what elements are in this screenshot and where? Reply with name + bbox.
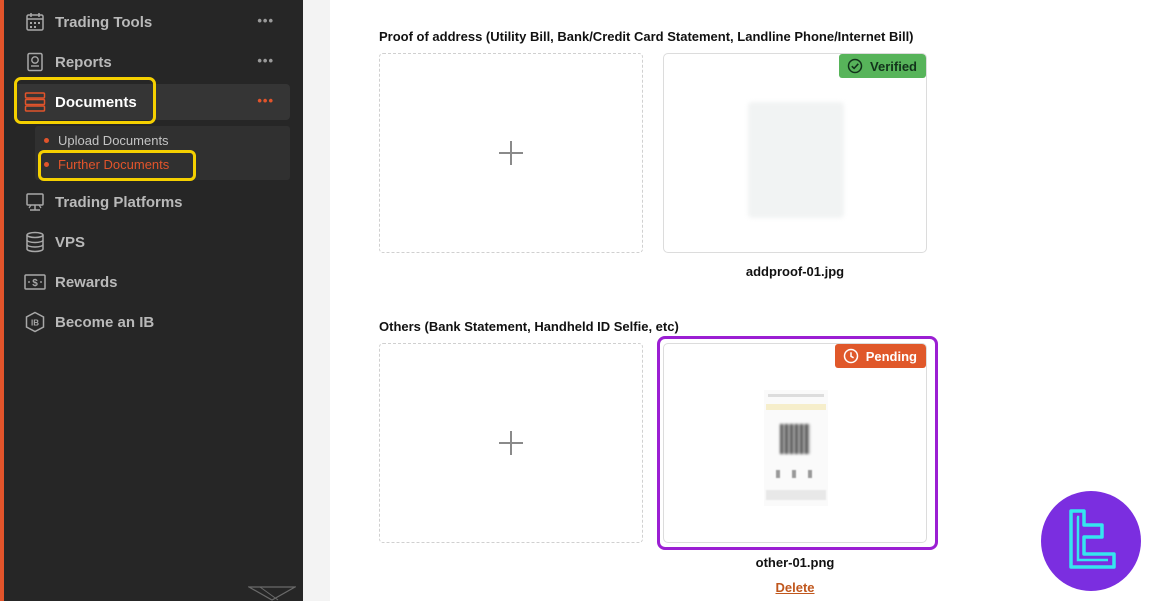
platform-monitor-icon: [24, 191, 46, 213]
brand-logo: [1041, 491, 1141, 591]
sidebar-item-trading-tools[interactable]: Trading Tools •••: [14, 4, 290, 40]
document-thumbnail: [748, 102, 844, 218]
report-document-icon: [24, 51, 46, 73]
document-thumbnail: [764, 390, 828, 506]
submenu-item-further-documents[interactable]: Further Documents: [35, 154, 169, 174]
server-stack-icon: [24, 231, 46, 253]
upload-proof-of-address-button[interactable]: [379, 53, 643, 253]
sidebar-item-label: Rewards: [55, 273, 118, 291]
dollar-bill-icon: $: [24, 271, 46, 293]
submenu-item-upload-documents[interactable]: Upload Documents: [35, 130, 169, 150]
file-name-other: other-01.png: [755, 555, 835, 570]
tradingfinder-logo-icon: [1069, 509, 1116, 569]
sidebar-item-label: Trading Platforms: [55, 193, 183, 211]
bullet-icon: [44, 137, 49, 143]
delete-link[interactable]: Delete: [663, 580, 927, 595]
sidebar-item-label: Documents: [55, 93, 137, 111]
submenu-item-label: Further Documents: [58, 156, 170, 172]
status-label: Pending: [865, 348, 917, 364]
status-badge-pending: Pending: [834, 344, 926, 368]
more-options-icon[interactable]: •••: [257, 13, 274, 28]
calendar-grid-icon: [24, 11, 46, 33]
sidebar-item-reports[interactable]: Reports •••: [14, 44, 290, 80]
sidebar-item-label: Reports: [55, 53, 112, 71]
plus-icon: [499, 141, 523, 165]
sidebar-item-vps[interactable]: VPS: [14, 224, 290, 260]
sidebar-item-become-an-ib[interactable]: IB Become an IB: [14, 304, 290, 340]
sidebar-item-trading-platforms[interactable]: Trading Platforms: [14, 184, 290, 220]
bullet-icon: [44, 161, 49, 167]
svg-text:$: $: [32, 278, 38, 289]
submenu-item-label: Upload Documents: [58, 132, 169, 148]
sidebar-item-label: Trading Tools: [55, 13, 153, 31]
documents-submenu: Upload Documents Further Documents: [35, 126, 290, 180]
document-card-addproof[interactable]: Verified: [663, 53, 927, 253]
sidebar: Trading Tools ••• Reports ••• Documents …: [0, 0, 303, 601]
footer-logo-icon: [248, 586, 296, 601]
sidebar-item-rewards[interactable]: $ Rewards: [14, 264, 290, 300]
section-title-others: Others (Bank Statement, Handheld ID Self…: [379, 319, 679, 334]
sidebar-item-label: Become an IB: [55, 313, 155, 331]
file-name-addproof: addproof-01.jpg: [745, 264, 845, 279]
check-circle-icon: [847, 58, 863, 74]
documents-stack-icon: [24, 91, 46, 113]
ib-shield-icon: IB: [24, 311, 46, 333]
svg-text:IB: IB: [31, 319, 39, 328]
status-badge-verified: Verified: [839, 54, 926, 78]
status-label: Verified: [870, 58, 917, 74]
more-options-icon[interactable]: •••: [257, 93, 274, 108]
section-title-proof-of-address: Proof of address (Utility Bill, Bank/Cre…: [379, 29, 914, 44]
sidebar-accent-bar: [0, 0, 4, 601]
document-card-other[interactable]: Pending: [663, 343, 927, 543]
more-options-icon[interactable]: •••: [257, 53, 274, 68]
upload-others-button[interactable]: [379, 343, 643, 543]
clock-icon: [843, 348, 858, 364]
sidebar-item-label: VPS: [55, 233, 86, 251]
main-content: Proof of address (Utility Bill, Bank/Cre…: [330, 0, 1151, 601]
sidebar-item-documents[interactable]: Documents •••: [14, 84, 290, 120]
plus-icon: [499, 431, 523, 455]
